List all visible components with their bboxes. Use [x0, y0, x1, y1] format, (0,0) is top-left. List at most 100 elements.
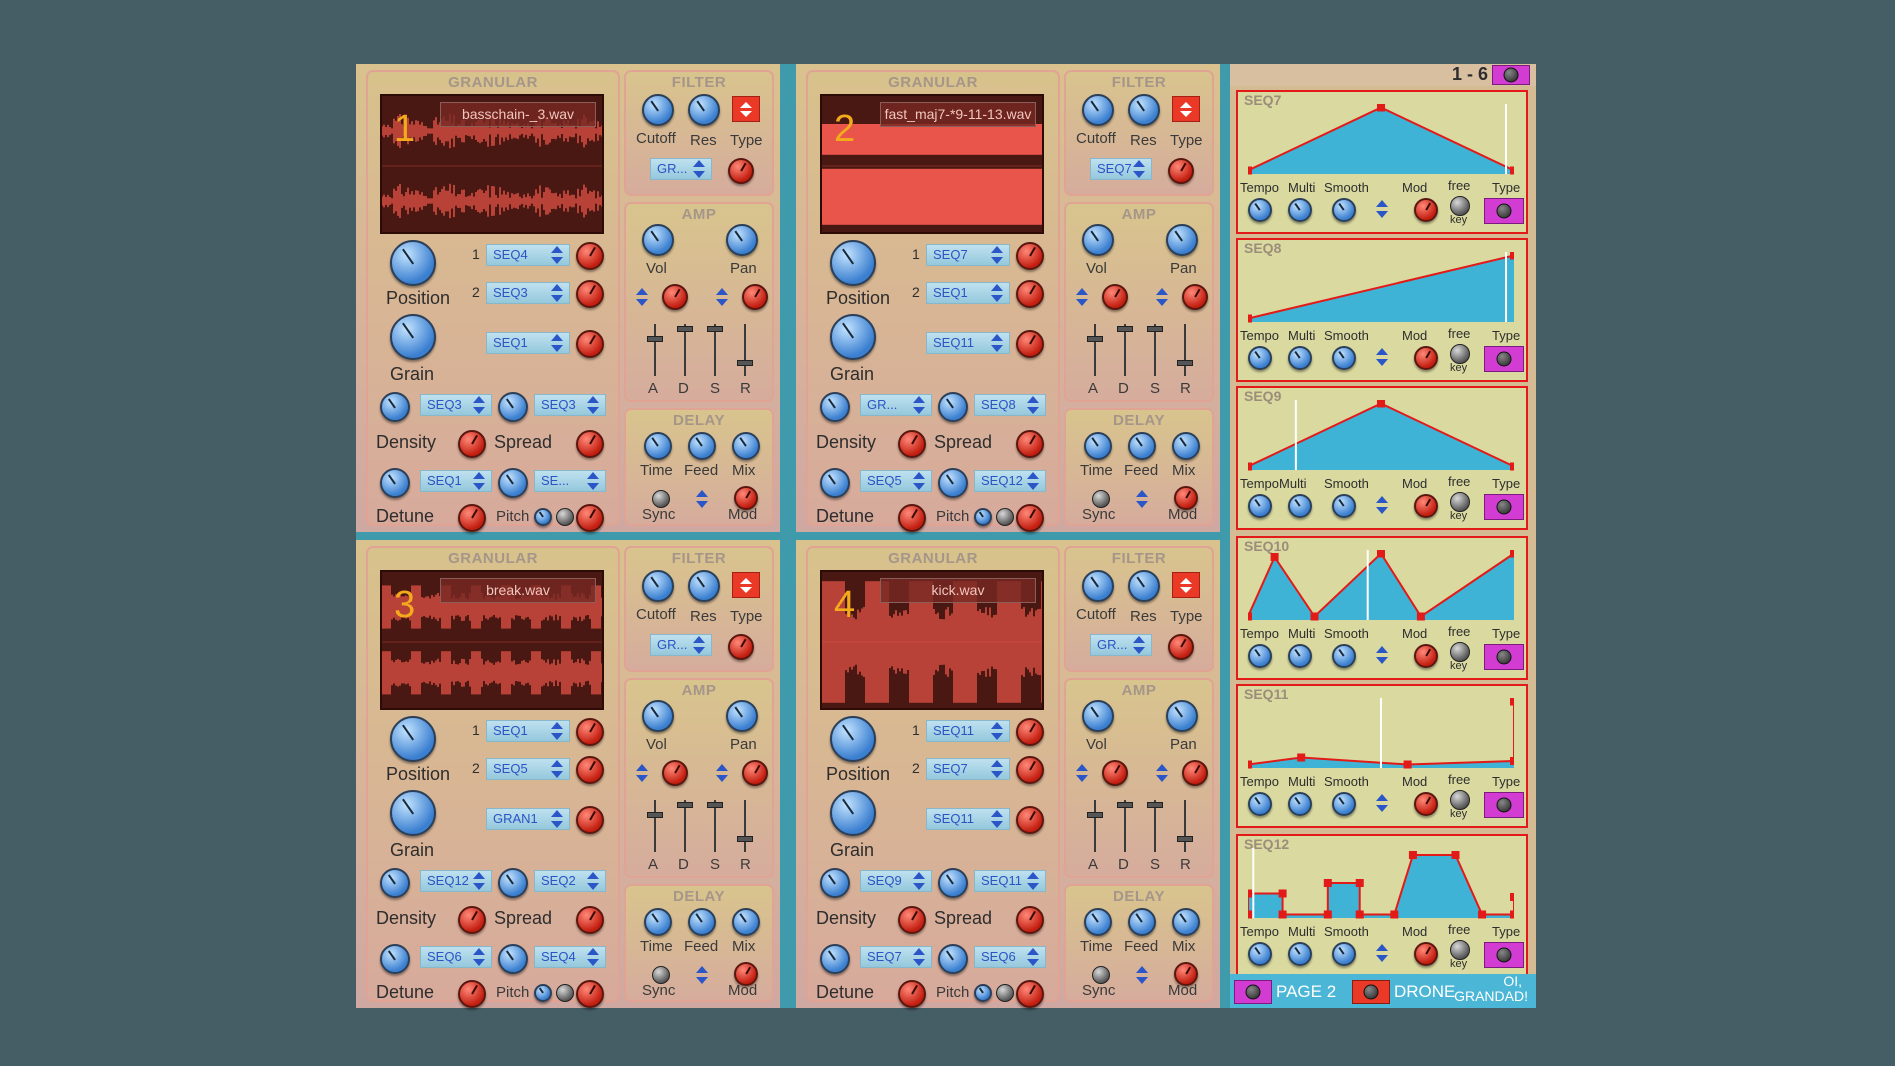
seq-type-button[interactable]	[1484, 198, 1524, 224]
detune-depth-knob[interactable]	[458, 980, 486, 1008]
seq-type-button[interactable]	[1484, 942, 1524, 968]
mod-slot-3-menu[interactable]: SEQ11	[926, 332, 1010, 354]
seq-smooth-knob[interactable]	[1332, 942, 1356, 966]
pitch-knob[interactable]	[498, 468, 528, 498]
filter-type-button[interactable]	[1172, 572, 1200, 598]
mod-slot-2-depth-knob[interactable]	[576, 756, 604, 784]
seq-mod-arrows-icon[interactable]	[1376, 496, 1388, 514]
pitch-depth-knob[interactable]	[576, 980, 604, 1008]
mod-slot-3-depth-knob[interactable]	[576, 330, 604, 358]
amp-mod-2-arrows-icon[interactable]	[1156, 764, 1168, 782]
seq-mod-arrows-icon[interactable]	[1376, 200, 1388, 218]
grain-knob[interactable]	[390, 314, 436, 360]
pan-knob[interactable]	[1166, 700, 1198, 732]
seq-mod-depth-knob[interactable]	[1414, 942, 1438, 966]
attack-fader-handle[interactable]	[1087, 336, 1103, 342]
pitch-mod-menu[interactable]: SEQ12	[974, 470, 1046, 492]
seq-tempo-knob[interactable]	[1248, 346, 1272, 370]
seq-multi-knob[interactable]	[1288, 346, 1312, 370]
pan-knob[interactable]	[1166, 224, 1198, 256]
time-knob[interactable]	[1084, 432, 1112, 460]
pan-knob[interactable]	[726, 700, 758, 732]
decay-fader-handle[interactable]	[677, 326, 693, 332]
amp-mod-2-depth-knob[interactable]	[742, 284, 768, 310]
pitch-fine-knob[interactable]	[534, 984, 552, 1002]
seq-curve[interactable]	[1248, 698, 1514, 772]
spread-depth-knob[interactable]	[576, 906, 604, 934]
filter-mod-menu[interactable]: SEQ7	[1090, 158, 1152, 180]
seq-tempo-knob[interactable]	[1248, 942, 1272, 966]
sustain-fader[interactable]	[707, 324, 723, 376]
pan-knob[interactable]	[726, 224, 758, 256]
amp-mod-2-arrows-icon[interactable]	[716, 288, 728, 306]
mod-slot-3-menu[interactable]: GRAN1	[486, 808, 570, 830]
mix-knob[interactable]	[1172, 432, 1200, 460]
position-knob[interactable]	[390, 240, 436, 286]
seq-mod-arrows-icon[interactable]	[1376, 348, 1388, 366]
spread-knob[interactable]	[938, 392, 968, 422]
filter-mod-depth-knob[interactable]	[728, 634, 754, 660]
pitch-toggle-knob[interactable]	[556, 508, 574, 526]
seq-mod-depth-knob[interactable]	[1414, 198, 1438, 222]
waveform-display[interactable]: 2 fast_maj7-*9-11-13.wav	[820, 94, 1044, 234]
mod-slot-1-depth-knob[interactable]	[1016, 242, 1044, 270]
seq-type-button[interactable]	[1484, 792, 1524, 818]
seq-multi-knob[interactable]	[1288, 198, 1312, 222]
mod-slot-1-depth-knob[interactable]	[576, 718, 604, 746]
time-knob[interactable]	[1084, 908, 1112, 936]
sustain-fader-handle[interactable]	[1147, 326, 1163, 332]
density-knob[interactable]	[820, 868, 850, 898]
pitch-knob[interactable]	[938, 944, 968, 974]
spread-depth-knob[interactable]	[1016, 430, 1044, 458]
density-depth-knob[interactable]	[458, 430, 486, 458]
amp-mod-2-arrows-icon[interactable]	[1156, 288, 1168, 306]
seq-curve[interactable]	[1248, 400, 1514, 474]
amp-mod-1-arrows-icon[interactable]	[1076, 764, 1088, 782]
seq-mod-arrows-icon[interactable]	[1376, 794, 1388, 812]
res-knob[interactable]	[1128, 570, 1160, 602]
mod-slot-2-menu[interactable]: SEQ5	[486, 758, 570, 780]
sustain-fader[interactable]	[707, 800, 723, 852]
release-fader-handle[interactable]	[737, 360, 753, 366]
density-mod-menu[interactable]: SEQ12	[420, 870, 492, 892]
filter-mod-depth-knob[interactable]	[728, 158, 754, 184]
release-fader[interactable]	[737, 800, 753, 852]
drone-button[interactable]	[1352, 980, 1390, 1004]
amp-mod-1-depth-knob[interactable]	[662, 284, 688, 310]
delay-mod-arrows-icon[interactable]	[1136, 966, 1148, 984]
delay-mod-arrows-icon[interactable]	[696, 966, 708, 984]
seq-tempo-knob[interactable]	[1248, 198, 1272, 222]
attack-fader-handle[interactable]	[647, 336, 663, 342]
res-knob[interactable]	[688, 570, 720, 602]
cutoff-knob[interactable]	[642, 94, 674, 126]
sample-file-name[interactable]: break.wav	[440, 578, 596, 603]
seq-curve[interactable]	[1248, 848, 1514, 922]
decay-fader[interactable]	[1117, 324, 1133, 376]
feed-knob[interactable]	[1128, 432, 1156, 460]
seq-smooth-knob[interactable]	[1332, 198, 1356, 222]
pitch-toggle-knob[interactable]	[556, 984, 574, 1002]
attack-fader[interactable]	[1087, 324, 1103, 376]
vol-knob[interactable]	[1082, 700, 1114, 732]
amp-mod-2-depth-knob[interactable]	[742, 760, 768, 786]
decay-fader[interactable]	[677, 800, 693, 852]
grain-knob[interactable]	[830, 314, 876, 360]
seq-free-key-knob[interactable]	[1450, 642, 1470, 662]
spread-mod-menu[interactable]: SEQ8	[974, 394, 1046, 416]
seq-curve[interactable]	[1248, 252, 1514, 326]
spread-knob[interactable]	[498, 392, 528, 422]
mod-slot-1-menu[interactable]: SEQ1	[486, 720, 570, 742]
amp-mod-1-arrows-icon[interactable]	[636, 764, 648, 782]
detune-mod-menu[interactable]: SEQ5	[860, 470, 932, 492]
density-knob[interactable]	[820, 392, 850, 422]
cutoff-knob[interactable]	[642, 570, 674, 602]
filter-mod-menu[interactable]: GR...	[650, 158, 712, 180]
attack-fader-handle[interactable]	[647, 812, 663, 818]
seq-mod-depth-knob[interactable]	[1414, 644, 1438, 668]
res-knob[interactable]	[688, 94, 720, 126]
res-knob[interactable]	[1128, 94, 1160, 126]
seq-free-key-knob[interactable]	[1450, 790, 1470, 810]
seq-free-key-knob[interactable]	[1450, 196, 1470, 216]
delay-mod-arrows-icon[interactable]	[696, 490, 708, 508]
time-knob[interactable]	[644, 432, 672, 460]
